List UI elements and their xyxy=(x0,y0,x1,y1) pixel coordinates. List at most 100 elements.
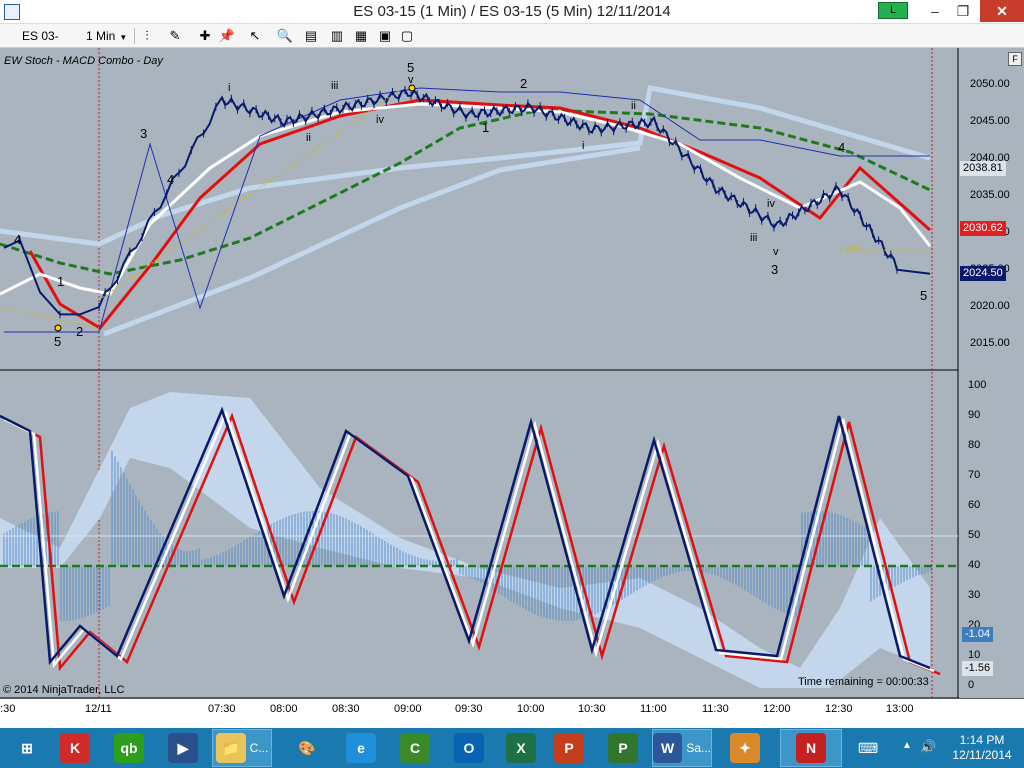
properties-icon[interactable]: ▣ xyxy=(376,27,394,45)
powerpoint-icon: P xyxy=(554,733,584,763)
chart-panel[interactable]: EW Stoch - MACD Combo - Day F 2050.00 204… xyxy=(0,48,1024,728)
lower-band-line xyxy=(103,145,641,337)
oscillator-axis-tick: 0 xyxy=(968,679,975,691)
elliott-wave-label: 5 xyxy=(407,60,415,75)
chart-toolbar: ES 03-15▼ 1 Min▼ ⫶ ✎ ✚ 📌 ↖ 🔍 ▤ ▥ ▦ ▣ ▢ xyxy=(0,24,1024,61)
price-marker: 2030.62 xyxy=(960,221,1006,236)
oscillator-axis-tick: 90 xyxy=(968,409,981,421)
bar-type-icon[interactable]: ⫶ xyxy=(138,27,156,45)
taskbar-excel-button[interactable]: X xyxy=(498,729,544,767)
elliott-wave-label: 2 xyxy=(520,76,528,91)
clock-date: 12/11/2014 xyxy=(952,748,1012,762)
indicators-icon[interactable]: ▥ xyxy=(328,27,346,45)
time-axis-tick: 07:30 xyxy=(208,703,236,715)
taskbar-word-button[interactable]: W Sa... xyxy=(652,729,712,767)
pencil-icon[interactable]: ✎ xyxy=(166,27,184,45)
taskbar-start-button[interactable]: ⊞ xyxy=(4,729,50,767)
taskbar-paint-button[interactable]: 🎨 xyxy=(284,729,330,767)
oscillator-axis-tick: 50 xyxy=(968,529,981,541)
oscillator-marker: -1.04 xyxy=(962,627,994,642)
oscillator-axis-tick: 80 xyxy=(968,439,981,451)
instrument-selector[interactable]: ES 03-15▼ xyxy=(18,27,78,61)
elliott-wave-label: iv xyxy=(376,114,384,126)
oscillator-plot xyxy=(0,392,958,688)
explorer-icon: 📁 xyxy=(215,733,246,763)
price-plot xyxy=(0,84,932,337)
elliott-wave-label: iii xyxy=(331,80,339,92)
time-axis-tick: 13:00 xyxy=(886,703,914,715)
time-axis-tick: 2:30 xyxy=(0,703,16,715)
taskbar-explorer-button[interactable]: 📁 C... xyxy=(212,729,272,767)
minimize-button[interactable]: – xyxy=(920,0,950,22)
taskbar-clock[interactable]: 1:14 PM 12/11/2014 xyxy=(944,733,1020,763)
taskbar-media-button[interactable]: ▶ xyxy=(160,729,206,767)
close-button[interactable]: ✕ xyxy=(980,0,1024,22)
keyboard-icon[interactable]: ⌨ xyxy=(858,740,878,757)
time-remaining-text: Time remaining = 00:00:33 xyxy=(798,676,929,688)
time-axis-tick: 09:00 xyxy=(394,703,422,715)
ninjatrader-icon: N xyxy=(796,733,826,763)
maximize-button[interactable]: ❐ xyxy=(948,0,978,22)
time-axis-tick: 12:30 xyxy=(825,703,853,715)
time-axis-tick: 08:30 xyxy=(332,703,360,715)
time-axis-tick: 08:00 xyxy=(270,703,298,715)
price-axis-tick: 2020.00 xyxy=(970,300,1010,312)
paint-icon: 🎨 xyxy=(298,739,316,756)
taskbar-project-button[interactable]: P xyxy=(600,729,646,767)
excel-icon: X xyxy=(506,733,536,763)
indicator-label: EW Stoch - MACD Combo - Day xyxy=(4,55,163,67)
elliott-wave-label: ii xyxy=(306,132,311,144)
time-axis-tick: 10:00 xyxy=(517,703,545,715)
taskbar-camtasia-button[interactable]: C xyxy=(392,729,438,767)
elliott-wave-label: 3 xyxy=(140,126,148,141)
outlook-icon: O xyxy=(454,733,484,763)
taskbar-ninjatrader-button[interactable]: N xyxy=(780,729,842,767)
elliott-wave-label: 5 xyxy=(54,334,62,349)
oscillator-axis-tick: 100 xyxy=(968,379,987,391)
strategies-icon[interactable]: ▦ xyxy=(352,27,370,45)
elliott-wave-label: iii xyxy=(750,232,758,244)
title-bar: ES 03-15 (1 Min) / ES 03-15 (5 Min) 12/1… xyxy=(0,0,1024,24)
taskbar-powerpoint-button[interactable]: P xyxy=(546,729,592,767)
taskbar-kaspersky-button[interactable]: K xyxy=(52,729,98,767)
crosshair-icon[interactable]: ✚ xyxy=(196,27,214,45)
oscillator-marker: -1.56 xyxy=(962,661,994,676)
tray-chevron-icon[interactable]: ▲ xyxy=(902,740,912,751)
price-axis-tick: 2045.00 xyxy=(970,115,1010,127)
start-icon: ⊞ xyxy=(21,739,33,756)
clock-time: 1:14 PM xyxy=(959,733,1005,747)
data-box-icon[interactable]: ▤ xyxy=(302,27,320,45)
interval-selector[interactable]: 1 Min ▼ xyxy=(82,27,132,45)
channel-upper-line xyxy=(4,87,930,333)
speaker-icon[interactable]: 🔊 xyxy=(920,739,936,755)
kaspersky-icon: K xyxy=(60,733,90,763)
elliott-wave-label: 4 xyxy=(14,232,22,247)
pointer-icon[interactable]: ↖ xyxy=(246,27,264,45)
taskbar-compass-button[interactable]: ✦ xyxy=(722,729,768,767)
taskbar-quickbooks-button[interactable]: qb xyxy=(106,729,152,767)
elliott-wave-label: 3 xyxy=(771,262,779,277)
pin-icon[interactable]: 📌 xyxy=(218,27,236,45)
oscillator-axis-tick: 30 xyxy=(968,589,981,601)
time-axis xyxy=(0,699,1024,728)
taskbar-ie-button[interactable]: e xyxy=(338,729,384,767)
price-axis-tick: 2050.00 xyxy=(970,78,1010,90)
chart-options-button[interactable]: F xyxy=(1008,52,1022,66)
quickbooks-icon: qb xyxy=(114,733,144,763)
window-title: ES 03-15 (1 Min) / ES 03-15 (5 Min) 12/1… xyxy=(353,3,671,20)
price-marker: 2038.81 xyxy=(960,161,1006,176)
elliott-wave-label: 1 xyxy=(57,274,65,289)
connection-status-badge[interactable]: L xyxy=(878,2,908,19)
elliott-wave-label: 2 xyxy=(76,324,84,339)
taskbar-outlook-button[interactable]: O xyxy=(446,729,492,767)
elliott-wave-label: i xyxy=(228,82,231,94)
time-axis-tick: 12:00 xyxy=(763,703,791,715)
camtasia-icon: C xyxy=(400,733,430,763)
templates-icon[interactable]: ▢ xyxy=(398,27,416,45)
chart-canvas[interactable] xyxy=(0,48,1024,728)
zoom-icon[interactable]: 🔍 xyxy=(276,27,294,45)
oscillator-axis-tick: 40 xyxy=(968,559,981,571)
word-icon: W xyxy=(653,733,683,763)
chevron-down-icon: ▼ xyxy=(119,33,128,42)
time-axis-tick: 11:00 xyxy=(640,703,667,715)
